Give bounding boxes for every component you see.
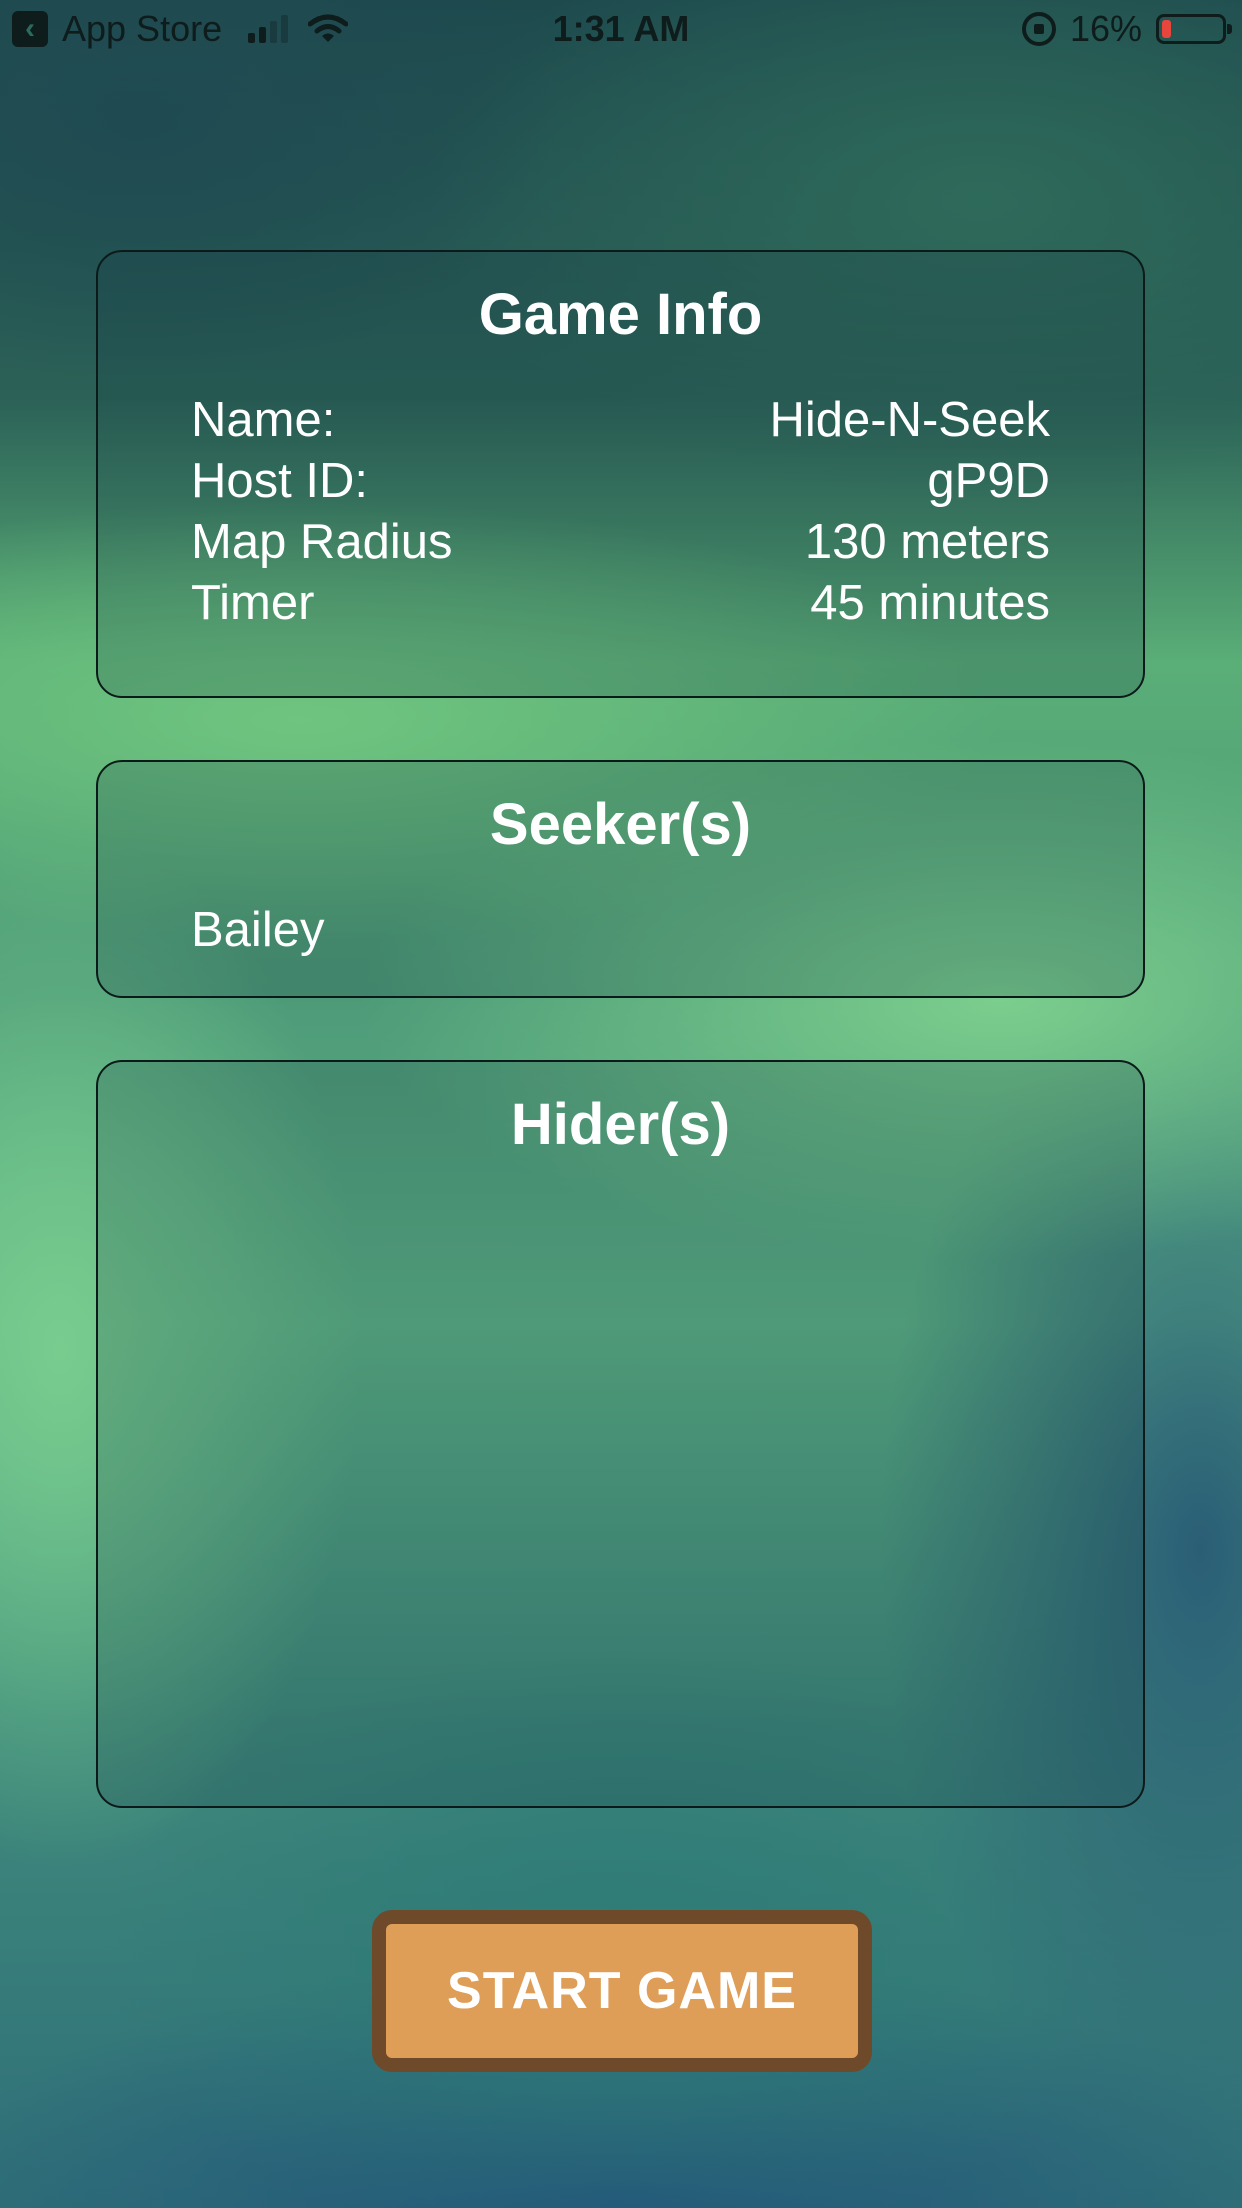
info-value: 130 meters (804, 515, 1050, 569)
info-row-host-id: Host ID: gP9D (191, 451, 1050, 512)
seeker-list: Bailey (191, 900, 324, 961)
battery-percentage: 16% (1069, 8, 1142, 49)
game-info-title: Game Info (478, 282, 763, 347)
seekers-panel: Seeker(s) Bailey (96, 760, 1145, 998)
list-item: Bailey (191, 903, 325, 957)
battery-icon (1156, 14, 1232, 44)
game-info-panel: Game Info Name: Hide-N-Seek Host ID: gP9… (96, 250, 1145, 698)
info-value: Hide-N-Seek (769, 393, 1050, 447)
info-value: gP9D (927, 454, 1050, 508)
info-label: Map Radius (191, 515, 453, 569)
info-label: Timer (191, 576, 315, 630)
info-label: Host ID: (191, 454, 368, 508)
info-row-timer: Timer 45 minutes (191, 573, 1050, 634)
battery-level-fill (1162, 20, 1171, 38)
start-game-button[interactable]: START GAME (372, 1910, 872, 2072)
orientation-lock-icon (1021, 12, 1056, 46)
hiders-title: Hider(s) (510, 1092, 731, 1157)
seekers-title: Seeker(s) (489, 792, 752, 857)
info-row-name: Name: Hide-N-Seek (191, 390, 1050, 451)
info-label: Name: (191, 393, 336, 447)
hiders-panel: Hider(s) (96, 1060, 1145, 1808)
game-info-rows: Name: Hide-N-Seek Host ID: gP9D Map Radi… (191, 390, 1050, 634)
info-row-map-radius: Map Radius 130 meters (191, 512, 1050, 573)
status-bar: ‹ App Store 1:31 AM 16% (0, 0, 1242, 60)
info-value: 45 minutes (810, 576, 1050, 630)
